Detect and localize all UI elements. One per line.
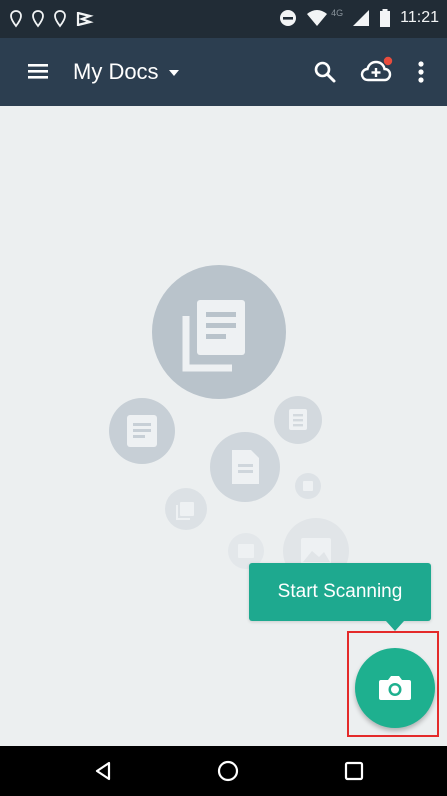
- camera-icon: [379, 676, 411, 700]
- status-notifications: [10, 10, 94, 28]
- tooltip-pointer: [386, 621, 404, 631]
- wifi-icon: [307, 10, 328, 26]
- recents-icon: [344, 761, 364, 781]
- system-navigation-bar: [0, 746, 447, 796]
- document-icon: [295, 473, 321, 499]
- notification-dot: [383, 56, 393, 66]
- network-type: 4G: [331, 8, 344, 18]
- search-icon: [314, 61, 336, 83]
- document-icon: [274, 396, 322, 444]
- tooltip-text: Start Scanning: [277, 581, 403, 602]
- recents-button[interactable]: [343, 760, 365, 782]
- cloud-sync-button[interactable]: [360, 56, 394, 86]
- documents-stack-icon: [165, 488, 207, 530]
- clock: 11:21: [400, 9, 439, 26]
- search-button[interactable]: [312, 59, 338, 85]
- menu-button[interactable]: [25, 58, 51, 84]
- status-system: 4G 11:21: [279, 8, 439, 27]
- scan-camera-button[interactable]: [355, 648, 435, 728]
- flag-icon: [76, 11, 94, 27]
- location-pin-icon: [32, 10, 44, 28]
- back-button[interactable]: [92, 760, 114, 782]
- caret-down-icon: [168, 70, 179, 76]
- home-icon: [217, 760, 239, 782]
- status-bar: 4G 11:21: [0, 0, 447, 38]
- documents-stack-icon: [152, 265, 286, 399]
- home-button[interactable]: [216, 759, 240, 783]
- page-title: My Docs: [73, 59, 159, 84]
- location-pin-icon: [10, 10, 22, 28]
- more-vert-icon: [418, 61, 424, 83]
- file-icon: [210, 432, 280, 502]
- start-scanning-tooltip: Start Scanning: [249, 563, 431, 621]
- menu-icon: [28, 64, 48, 79]
- document-icon: [109, 398, 175, 464]
- more-options-button[interactable]: [414, 58, 428, 86]
- do-not-disturb-icon: [280, 10, 297, 26]
- signal-icon: [353, 10, 370, 26]
- app-bar: My Docs: [0, 38, 447, 106]
- battery-icon: [380, 9, 391, 27]
- back-icon: [95, 761, 111, 781]
- cloud-upload-icon: [360, 56, 393, 82]
- folder-selector[interactable]: My Docs: [73, 59, 179, 85]
- location-pin-icon: [54, 10, 66, 28]
